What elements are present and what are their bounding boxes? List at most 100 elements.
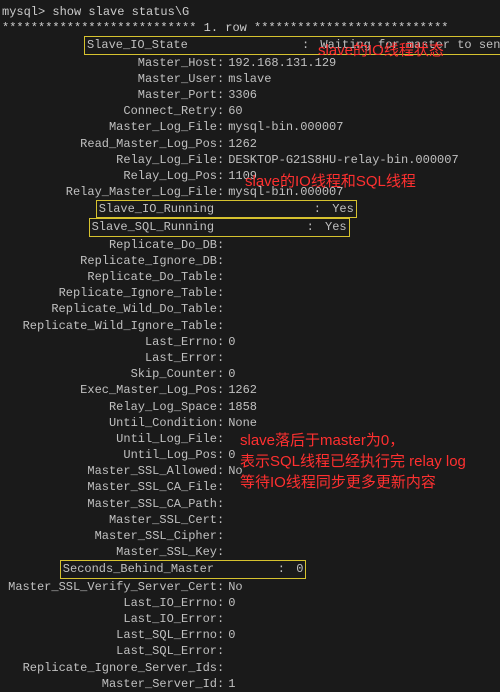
colon: : bbox=[307, 220, 314, 234]
status-key: Replicate_Do_Table bbox=[2, 269, 217, 285]
annotation-seconds-behind: slave落后于master为0，表示SQL线程已经执行完 relay log等… bbox=[240, 430, 500, 493]
status-key: Last_Error bbox=[2, 350, 217, 366]
status-key: Skip_Counter bbox=[2, 366, 217, 382]
status-value: No bbox=[224, 580, 242, 594]
status-row: Master_User:mslave bbox=[2, 71, 500, 87]
status-key: Replicate_Do_DB bbox=[2, 237, 217, 253]
status-value bbox=[224, 270, 228, 284]
status-key: Last_SQL_Errno bbox=[2, 627, 217, 643]
status-row: Exec_Master_Log_Pos:1262 bbox=[2, 382, 500, 398]
status-value bbox=[224, 480, 228, 494]
status-key: Exec_Master_Log_Pos bbox=[2, 382, 217, 398]
status-key: Master_SSL_CA_Path bbox=[2, 496, 217, 512]
status-value: 0 bbox=[285, 562, 303, 576]
status-value: 0 bbox=[224, 596, 235, 610]
status-value bbox=[224, 529, 228, 543]
status-row: Master_Log_File:mysql-bin.000007 bbox=[2, 119, 500, 135]
status-value bbox=[224, 513, 228, 527]
terminal-output: mysql> show slave status\G *************… bbox=[0, 0, 500, 692]
status-row: Replicate_Ignore_DB: bbox=[2, 253, 500, 269]
status-row: Master_SSL_Cipher: bbox=[2, 528, 500, 544]
status-key: Seconds_Behind_Master bbox=[63, 561, 278, 577]
status-value: 0 bbox=[224, 628, 235, 642]
status-row: Last_IO_Errno:0 bbox=[2, 595, 500, 611]
status-key: Replicate_Ignore_Server_Ids bbox=[2, 660, 217, 676]
status-row: Connect_Retry:60 bbox=[2, 103, 500, 119]
status-row: Replicate_Ignore_Server_Ids: bbox=[2, 660, 500, 676]
status-value bbox=[224, 319, 228, 333]
status-row: Last_SQL_Errno:0 bbox=[2, 627, 500, 643]
status-key: Until_Log_Pos bbox=[2, 447, 217, 463]
status-key: Master_SSL_CA_File bbox=[2, 479, 217, 495]
status-key: Replicate_Ignore_DB bbox=[2, 253, 217, 269]
status-value: 60 bbox=[224, 104, 242, 118]
status-row: Seconds_Behind_Master: 0 bbox=[2, 560, 500, 578]
status-row: Slave_IO_Running: Yes bbox=[2, 200, 500, 218]
status-row: Replicate_Do_Table: bbox=[2, 269, 500, 285]
status-key: Master_SSL_Cert bbox=[2, 512, 217, 528]
status-row: Replicate_Do_DB: bbox=[2, 237, 500, 253]
annotation-io-state: slave的IO线程状态 bbox=[318, 40, 444, 61]
status-key: Master_SSL_Cipher bbox=[2, 528, 217, 544]
status-key: Until_Condition bbox=[2, 415, 217, 431]
status-value bbox=[224, 286, 228, 300]
status-value bbox=[224, 432, 228, 446]
status-value: 0 bbox=[224, 448, 235, 462]
status-row: Until_Condition:None bbox=[2, 415, 500, 431]
status-key: Master_Port bbox=[2, 87, 217, 103]
status-row: Replicate_Wild_Ignore_Table: bbox=[2, 318, 500, 334]
status-row: Skip_Counter:0 bbox=[2, 366, 500, 382]
status-row: Relay_Log_File:DESKTOP-G21S8HU-relay-bin… bbox=[2, 152, 500, 168]
status-value: 1858 bbox=[224, 400, 257, 414]
status-value: None bbox=[224, 416, 257, 430]
status-value: 0 bbox=[224, 335, 235, 349]
status-value bbox=[224, 644, 228, 658]
status-key: Slave_IO_State bbox=[87, 37, 302, 53]
status-row: Replicate_Wild_Do_Table: bbox=[2, 301, 500, 317]
status-key: Read_Master_Log_Pos bbox=[2, 136, 217, 152]
status-row: Last_SQL_Error: bbox=[2, 643, 500, 659]
status-value bbox=[224, 545, 228, 559]
status-value bbox=[224, 497, 228, 511]
row-header: *************************** 1. row *****… bbox=[2, 20, 500, 36]
highlight-box: Seconds_Behind_Master: 0 bbox=[60, 560, 307, 578]
status-row: Last_Error: bbox=[2, 350, 500, 366]
status-row: Replicate_Ignore_Table: bbox=[2, 285, 500, 301]
status-key: Master_SSL_Allowed bbox=[2, 463, 217, 479]
status-key: Last_IO_Errno bbox=[2, 595, 217, 611]
status-row: Last_IO_Error: bbox=[2, 611, 500, 627]
mysql-prompt: mysql> show slave status\G bbox=[2, 4, 500, 20]
status-row: Master_SSL_Verify_Server_Cert:No bbox=[2, 579, 500, 595]
status-value: 1262 bbox=[224, 137, 257, 151]
colon: : bbox=[278, 562, 285, 576]
status-value bbox=[224, 238, 228, 252]
status-key: Master_SSL_Key bbox=[2, 544, 217, 560]
status-key: Master_Host bbox=[2, 55, 217, 71]
status-key: Relay_Log_Space bbox=[2, 399, 217, 415]
status-key: Connect_Retry bbox=[2, 103, 217, 119]
status-value: mslave bbox=[224, 72, 271, 86]
highlight-box: Slave_SQL_Running: Yes bbox=[89, 218, 350, 236]
status-key: Slave_SQL_Running bbox=[92, 219, 307, 235]
annotation-running-threads: slave的IO线程和SQL线程 bbox=[245, 171, 416, 192]
status-key: Master_Log_File bbox=[2, 119, 217, 135]
status-row: Master_SSL_Cert: bbox=[2, 512, 500, 528]
status-row: Master_Port:3306 bbox=[2, 87, 500, 103]
status-value bbox=[224, 302, 228, 316]
status-key: Master_Server_Id bbox=[2, 676, 217, 692]
status-value: 1 bbox=[224, 677, 235, 691]
status-key: Master_SSL_Verify_Server_Cert bbox=[2, 579, 217, 595]
status-key: Until_Log_File bbox=[2, 431, 217, 447]
status-row: Relay_Log_Space:1858 bbox=[2, 399, 500, 415]
status-value: Yes bbox=[314, 220, 347, 234]
status-value: 3306 bbox=[224, 88, 257, 102]
status-key: Slave_IO_Running bbox=[99, 201, 314, 217]
status-row: Last_Errno:0 bbox=[2, 334, 500, 350]
highlight-box: Slave_IO_Running: Yes bbox=[96, 200, 357, 218]
status-value: Yes bbox=[321, 202, 354, 216]
status-value: mysql-bin.000007 bbox=[224, 120, 343, 134]
status-row: Read_Master_Log_Pos:1262 bbox=[2, 136, 500, 152]
status-key: Relay_Master_Log_File bbox=[2, 184, 217, 200]
status-value bbox=[224, 612, 228, 626]
status-value bbox=[224, 254, 228, 268]
